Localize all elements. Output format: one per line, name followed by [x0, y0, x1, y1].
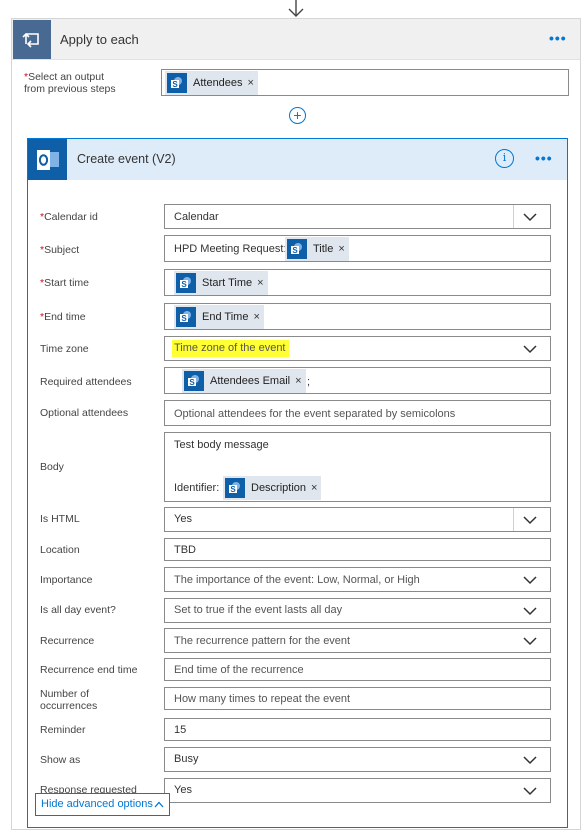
- time-zone-placeholder: Time zone of the event: [172, 340, 289, 357]
- importance-dropdown[interactable]: The importance of the event: Low, Normal…: [164, 567, 551, 592]
- sharepoint-icon: S: [287, 239, 307, 259]
- sharepoint-icon: S: [184, 371, 204, 391]
- end-time-token[interactable]: S End Time ×: [174, 305, 264, 329]
- apply-to-each-header[interactable]: Apply to each •••: [12, 19, 580, 60]
- more-options-button[interactable]: •••: [535, 150, 553, 166]
- remove-token-button[interactable]: ×: [295, 375, 301, 387]
- chevron-up-icon: [154, 801, 164, 808]
- remove-token-button[interactable]: ×: [311, 482, 317, 494]
- time-zone-label: Time zone: [40, 343, 89, 355]
- remove-token-button[interactable]: ×: [253, 311, 259, 323]
- chevron-down-icon: [523, 516, 537, 525]
- reminder-label: Reminder: [40, 724, 86, 736]
- recurrence-dropdown[interactable]: The recurrence pattern for the event: [164, 628, 551, 653]
- remove-token-button[interactable]: ×: [248, 77, 254, 89]
- title-token[interactable]: S Title ×: [285, 237, 349, 261]
- hide-advanced-options-button[interactable]: Hide advanced options: [35, 793, 170, 816]
- is-all-day-dropdown[interactable]: Set to true if the event lasts all day: [164, 598, 551, 623]
- sharepoint-icon: S: [176, 307, 196, 327]
- optional-attendees-label: Optional attendees: [40, 407, 129, 419]
- is-html-label: Is HTML: [40, 513, 80, 525]
- location-field[interactable]: TBD: [164, 538, 551, 561]
- start-time-field[interactable]: S Start Time ×: [164, 269, 551, 296]
- occurrences-field[interactable]: How many times to repeat the event: [164, 687, 551, 710]
- sharepoint-icon: S: [176, 273, 196, 293]
- attendees-email-token[interactable]: S Attendees Email ×: [182, 369, 306, 393]
- create-event-card: Create event (V2) i ••• *Calendar id Cal…: [27, 138, 568, 828]
- plus-circle-icon[interactable]: +: [289, 107, 306, 124]
- occurrences-label: Number of occurrences: [40, 688, 98, 712]
- recurrence-label: Recurrence: [40, 635, 95, 647]
- recurrence-end-field[interactable]: End time of the recurrence: [164, 658, 551, 681]
- chevron-down-icon: [523, 576, 537, 585]
- remove-token-button[interactable]: ×: [257, 277, 263, 289]
- attendees-token[interactable]: S Attendees ×: [165, 71, 258, 95]
- create-event-title: Create event (V2): [77, 152, 176, 166]
- svg-text:S: S: [172, 80, 178, 89]
- svg-text:S: S: [189, 378, 195, 387]
- chevron-down-icon: [523, 213, 537, 222]
- required-attendees-label: Required attendees: [40, 376, 132, 388]
- optional-attendees-field[interactable]: Optional attendees for the event separat…: [164, 400, 551, 426]
- importance-label: Importance: [40, 574, 93, 586]
- is-html-dropdown[interactable]: Yes: [164, 507, 551, 532]
- sharepoint-icon: S: [167, 73, 187, 93]
- svg-text:S: S: [181, 314, 187, 323]
- is-all-day-label: Is all day event?: [40, 604, 116, 616]
- select-output-label: *Select an output from previous steps: [24, 71, 116, 95]
- loop-icon: [13, 20, 51, 59]
- end-time-label: *End time: [40, 311, 86, 323]
- select-output-field[interactable]: S Attendees ×: [161, 69, 569, 96]
- more-options-button[interactable]: •••: [549, 30, 567, 46]
- body-field[interactable]: Test body message Identifier: S Descript…: [164, 432, 551, 502]
- chevron-down-icon: [523, 345, 537, 354]
- chevron-down-icon: [523, 756, 537, 765]
- svg-text:S: S: [292, 246, 298, 255]
- chevron-down-icon: [523, 607, 537, 616]
- show-as-label: Show as: [40, 754, 81, 766]
- create-event-header[interactable]: Create event (V2) i •••: [28, 139, 567, 180]
- svg-text:S: S: [181, 280, 187, 289]
- description-token[interactable]: S Description ×: [223, 476, 322, 500]
- apply-to-each-title: Apply to each: [60, 32, 139, 47]
- reminder-field[interactable]: 15: [164, 718, 551, 741]
- arrow-down-icon: [288, 0, 304, 17]
- start-time-token[interactable]: S Start Time ×: [174, 271, 268, 295]
- remove-token-button[interactable]: ×: [338, 243, 344, 255]
- end-time-field[interactable]: S End Time ×: [164, 303, 551, 330]
- info-icon[interactable]: i: [495, 149, 514, 168]
- location-label: Location: [40, 544, 80, 556]
- calendar-id-dropdown[interactable]: Calendar: [164, 204, 551, 229]
- start-time-label: *Start time: [40, 277, 90, 289]
- chevron-down-icon: [523, 637, 537, 646]
- chevron-down-icon: [523, 787, 537, 796]
- response-requested-dropdown[interactable]: Yes: [164, 778, 551, 803]
- apply-to-each-card: Apply to each ••• *Select an output from…: [11, 18, 581, 830]
- subject-label: *Subject: [40, 244, 80, 256]
- svg-text:S: S: [230, 485, 236, 494]
- time-zone-dropdown[interactable]: Time zone of the event: [164, 336, 551, 361]
- recurrence-end-label: Recurrence end time: [40, 664, 138, 676]
- body-label: Body: [40, 461, 64, 473]
- required-attendees-field[interactable]: S Attendees Email × ;: [164, 367, 551, 394]
- sharepoint-icon: S: [225, 478, 245, 498]
- outlook-icon: [28, 139, 67, 180]
- subject-field[interactable]: HPD Meeting Request: S Title ×: [164, 235, 551, 262]
- calendar-id-label: *Calendar id: [40, 211, 98, 223]
- show-as-dropdown[interactable]: Busy: [164, 747, 551, 772]
